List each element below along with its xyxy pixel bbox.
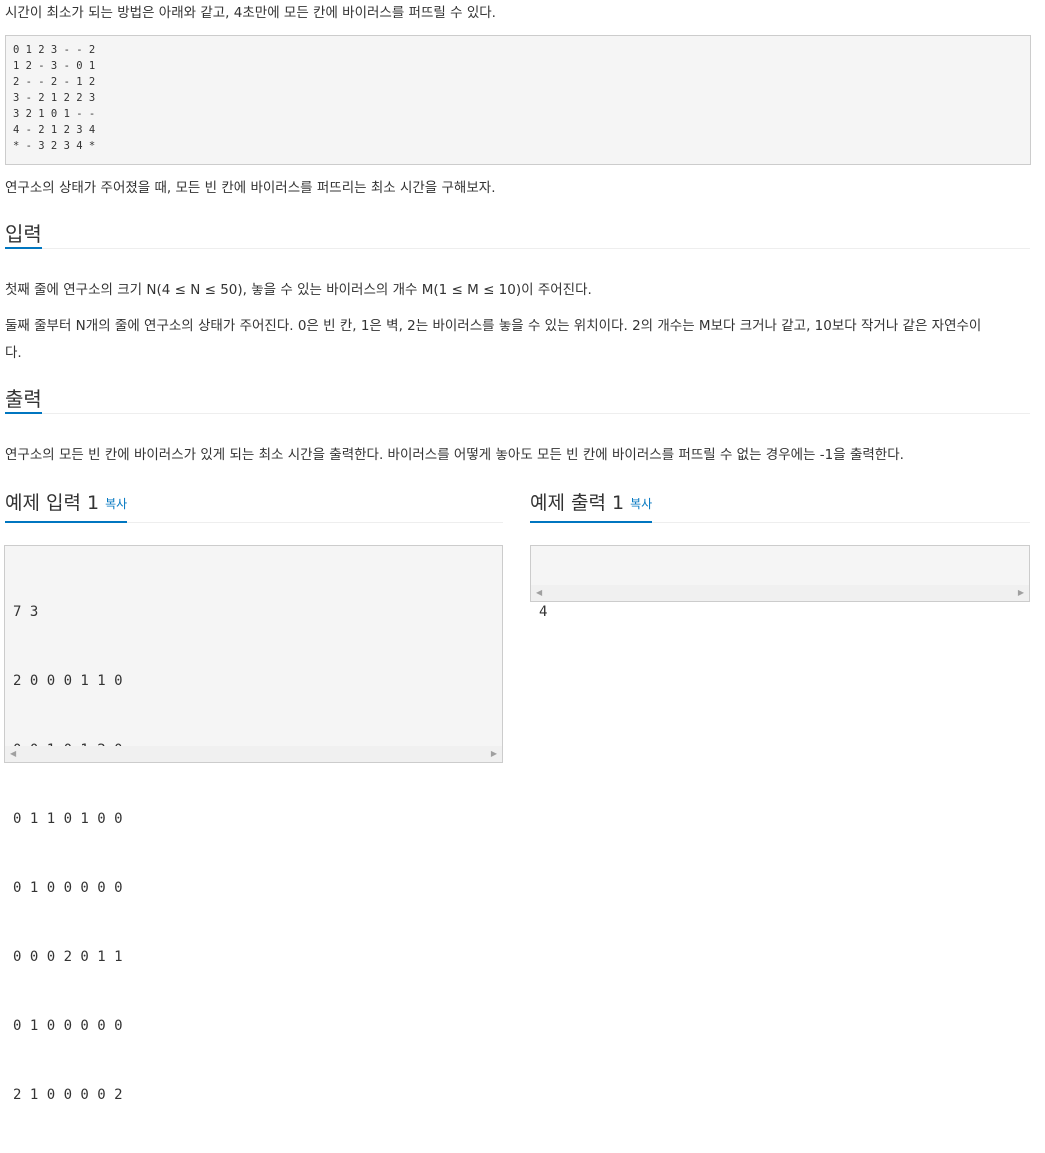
sample-output-scrollbar[interactable]: ◀ ▶ — [531, 585, 1029, 601]
input-line-2-wrap: 다. — [5, 345, 22, 361]
sample-input-row: 2 0 0 0 1 1 0 — [13, 673, 123, 689]
sample-input-title: 예제 입력 1 — [5, 492, 100, 514]
output-line-1: 연구소의 모든 빈 칸에 바이러스가 있게 되는 최소 시간을 출력한다. 바이… — [5, 447, 904, 463]
output-section-header: 출력 — [5, 387, 1030, 414]
grid-row: 0 1 2 3 - - 2 — [13, 44, 96, 56]
copy-sample-output-button[interactable]: 복사 — [630, 497, 652, 511]
grid-row: 2 - - 2 - 1 2 — [13, 76, 96, 88]
sample-input-header: 예제 입력 1 복사 — [5, 488, 503, 523]
sample-output-content: 4 — [531, 546, 1029, 670]
grid-row: 3 - 2 1 2 2 3 — [13, 92, 96, 104]
description-intro: 시간이 최소가 되는 방법은 아래와 같고, 4초만에 모든 칸에 바이러스를 … — [5, 5, 496, 21]
spread-grid-example: 0 1 2 3 - - 2 1 2 - 3 - 0 1 2 - - 2 - 1 … — [5, 35, 1031, 165]
sample-input-row: 0 1 0 0 0 0 0 — [13, 1018, 123, 1034]
output-section-title: 출력 — [5, 386, 42, 414]
grid-row: * - 3 2 3 4 * — [13, 140, 96, 152]
sample-output-title: 예제 출력 1 — [530, 492, 625, 514]
grid-row: 1 2 - 3 - 0 1 — [13, 60, 96, 72]
sample-input-box[interactable]: 7 3 2 0 0 0 1 1 0 0 0 1 0 1 2 0 0 1 1 0 … — [4, 545, 503, 1103]
sample-output-row: 4 — [539, 604, 548, 620]
input-line-2: 둘째 줄부터 N개의 줄에 연구소의 상태가 주어진다. 0은 빈 칸, 1은 … — [5, 318, 982, 334]
sample-output-header: 예제 출력 1 복사 — [530, 488, 1030, 523]
input-line-1: 첫째 줄에 연구소의 크기 N(4 ≤ N ≤ 50), 놓을 수 있는 바이러… — [5, 282, 592, 298]
scroll-right-icon[interactable]: ▶ — [491, 749, 497, 759]
scroll-left-icon[interactable]: ◀ — [536, 588, 542, 598]
sample-input-content: 7 3 2 0 0 0 1 1 0 0 0 1 0 1 2 0 0 1 1 0 … — [5, 546, 502, 1153]
sample-input-row: 7 3 — [13, 604, 39, 620]
sample-input-row: 2 1 0 0 0 0 2 — [13, 1087, 123, 1103]
sample-input-row: 0 0 0 2 0 1 1 — [13, 949, 123, 965]
description-question: 연구소의 상태가 주어졌을 때, 모든 빈 칸에 바이러스를 퍼뜨리는 최소 시… — [5, 180, 496, 196]
sample-input-scrollbar[interactable]: ◀ ▶ — [5, 746, 502, 762]
sample-input-row: 0 1 0 0 0 0 0 — [13, 880, 123, 896]
sample-output-title-wrap: 예제 출력 1 복사 — [530, 487, 653, 523]
grid-row: 4 - 2 1 2 3 4 — [13, 124, 96, 136]
scroll-right-icon[interactable]: ▶ — [1018, 588, 1024, 598]
sample-output-box[interactable]: 4 ◀ ▶ — [530, 545, 1030, 620]
scroll-left-icon[interactable]: ◀ — [10, 749, 16, 759]
sample-input-row: 0 1 1 0 1 0 0 — [13, 811, 123, 827]
input-section-header: 입력 — [5, 222, 1030, 249]
copy-sample-input-button[interactable]: 복사 — [105, 497, 127, 511]
grid-row: 3 2 1 0 1 - - — [13, 108, 96, 120]
input-section-title: 입력 — [5, 221, 42, 249]
sample-input-title-wrap: 예제 입력 1 복사 — [5, 487, 128, 523]
